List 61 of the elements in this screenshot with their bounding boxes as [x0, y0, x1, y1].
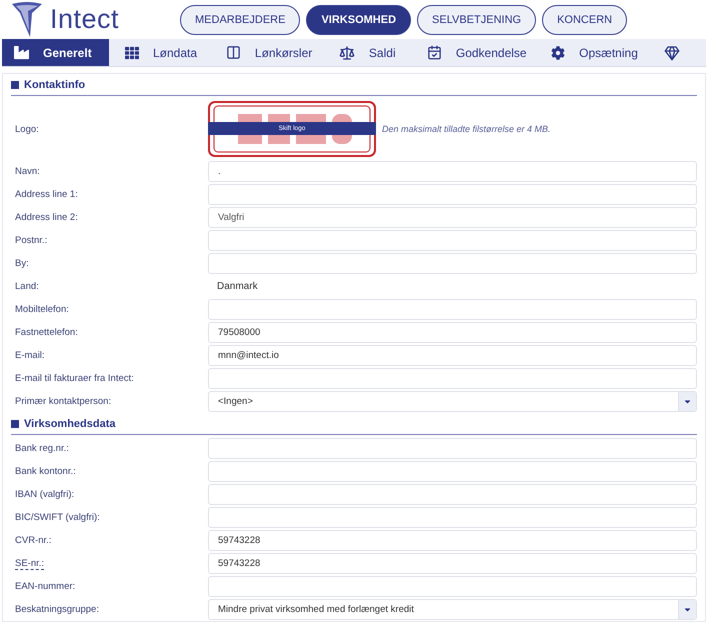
factory-icon [14, 45, 29, 60]
scale-icon [338, 44, 355, 61]
columns-icon [226, 45, 241, 60]
calendar-icon [426, 45, 442, 60]
tab[interactable]: Løndata [113, 39, 204, 66]
logo-icon [10, 0, 44, 39]
input-field[interactable]: Valgfri [208, 207, 697, 228]
field-label: CVR-nr.: [14, 535, 52, 546]
field-label: Fastnettelefon: [14, 327, 78, 338]
field-label: EAN-nummer: [14, 581, 76, 592]
field-value: Danmark [216, 281, 258, 292]
tab[interactable]: Lønkørsler [214, 39, 317, 66]
field-label: Navn: [14, 166, 40, 177]
input-field[interactable] [208, 230, 697, 251]
input-field[interactable]: 59743228 [208, 553, 697, 574]
input-field[interactable]: mnn@intect.io [208, 345, 697, 366]
grid-icon [125, 46, 139, 60]
tab[interactable]: Generelt [2, 39, 109, 66]
nav-button[interactable]: SELVBETJENING [417, 4, 536, 35]
field-label: Logo: [14, 124, 39, 134]
input-field[interactable] [208, 576, 697, 597]
field-label: SE-nr.: [15, 558, 44, 570]
field-label: Bank reg.nr.: [14, 443, 69, 454]
field-label: By: [14, 258, 29, 269]
diamond-icon [664, 44, 680, 61]
section-header: Virksomhedsdata [11, 413, 697, 435]
settings-icon [551, 46, 566, 60]
section-header: Kontaktinfo [11, 74, 697, 96]
tab[interactable]: Godkendelse [414, 39, 530, 66]
input-field[interactable]: . [208, 161, 697, 182]
input-field[interactable] [208, 368, 697, 389]
nav-button[interactable]: KONCERN [542, 4, 628, 35]
field-label: Primær kontaktperson: [14, 396, 112, 407]
field-label: E-mail til fakturaer fra Intect: [14, 373, 134, 384]
file-size-note: Den maksimalt tilladte filstørrelse er 4 MB. [382, 124, 551, 134]
field-label: Beskatningsgruppe: [14, 604, 99, 615]
field-label: IBAN (valgfri): [14, 489, 74, 500]
tab[interactable]: Opsætning [539, 39, 642, 66]
field-label: Bank kontonr.: [14, 466, 76, 477]
input-field[interactable] [208, 438, 697, 459]
input-field[interactable] [208, 184, 697, 205]
nav-button[interactable]: MEDARBEJDERE [180, 4, 300, 35]
field-label: BIC/SWIFT (valgfri): [14, 512, 100, 523]
input-field[interactable] [208, 507, 697, 528]
input-field[interactable]: 59743228 [208, 530, 697, 551]
dropdown[interactable]: <Ingen> [208, 391, 697, 412]
field-label: Postnr.: [14, 235, 48, 246]
field-label: Mobiltelefon: [14, 304, 69, 315]
dropdown[interactable]: Mindre privat virksomhed med forlænget kredit [208, 599, 697, 620]
input-field[interactable]: 79508000 [208, 322, 697, 343]
field-label: Land: [14, 281, 39, 292]
tab[interactable]: Saldi [326, 39, 405, 66]
input-field[interactable] [208, 484, 697, 505]
field-label: Address line 2: [14, 212, 78, 223]
field-label: Address line 1: [14, 189, 78, 200]
input-field[interactable] [208, 299, 697, 320]
input-field[interactable] [208, 253, 697, 274]
brand-name: Intect [50, 4, 120, 36]
nav-button[interactable]: VIRKSOMHED [306, 4, 412, 35]
field-label: E-mail: [14, 350, 45, 361]
input-field[interactable] [208, 461, 697, 482]
